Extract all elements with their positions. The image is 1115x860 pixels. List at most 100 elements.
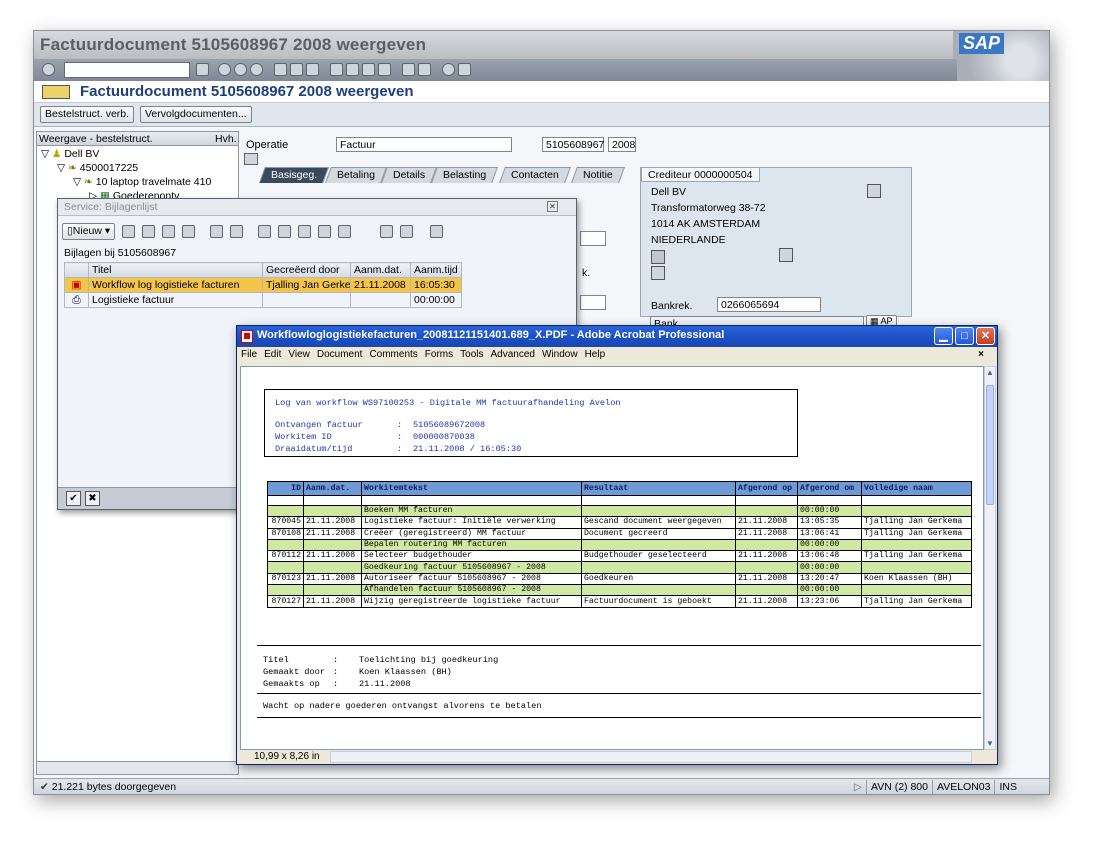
filter-icon[interactable] <box>278 225 291 238</box>
partial-field-1[interactable] <box>580 231 606 246</box>
maximize-icon[interactable]: □ <box>955 327 974 345</box>
workflow-result: Budgethouder geselecteerd <box>581 550 736 563</box>
horizontal-scrollbar[interactable] <box>330 751 972 763</box>
tab-betaling[interactable]: Betaling <box>325 167 387 183</box>
confirm-icon[interactable]: ✔ <box>66 491 81 506</box>
print-address-icon[interactable] <box>779 248 793 262</box>
bestelstruct-button[interactable]: Bestelstruct. verb. <box>40 106 135 123</box>
document-close-icon[interactable]: × <box>978 349 984 360</box>
attachment-toolbar: ▯Nieuw ▾ <box>58 221 576 243</box>
tree-node-item[interactable]: ▽ ❧ 10 laptop travelmate 410 <box>73 176 211 188</box>
set-filter-icon[interactable] <box>338 225 351 238</box>
next-page-icon[interactable] <box>362 63 375 76</box>
vervolgdocumenten-button[interactable]: Vervolgdocumenten... <box>140 106 252 123</box>
bankrek-field[interactable]: 0266065694 <box>717 297 821 312</box>
operatie-select[interactable]: Factuur <box>336 137 512 152</box>
status-expand-icon[interactable]: ▷ <box>850 780 866 794</box>
scroll-down-icon[interactable]: ▼ <box>986 739 994 748</box>
cancel-icon[interactable] <box>250 63 263 76</box>
note-text: Wacht op nadere goederen ontvangst alvor… <box>263 701 542 711</box>
full-name: Tjalling Jan Gerkema <box>861 595 972 608</box>
vendor-panel: Crediteur 0000000504 Dell BV Transformat… <box>640 167 912 317</box>
tab-details[interactable]: Details <box>381 167 438 183</box>
close-icon[interactable]: ✕ <box>547 201 558 212</box>
menu-file[interactable]: File <box>241 349 257 360</box>
close-icon[interactable]: ✕ <box>976 327 995 345</box>
column-header-titel[interactable]: Titel <box>88 262 263 278</box>
workflow-result <box>581 561 736 574</box>
first-page-icon[interactable] <box>330 63 343 76</box>
attachment-title[interactable]: Workflow log logistieke facturen <box>88 277 263 293</box>
refresh-icon[interactable] <box>210 225 223 238</box>
find-next-icon[interactable] <box>306 63 319 76</box>
tree-node-vendor[interactable]: ▽ ♟ Dell BV <box>41 148 99 160</box>
pdf-icon: ▣ <box>64 277 89 293</box>
search-icon[interactable] <box>230 225 243 238</box>
vendor-detail-icon[interactable] <box>867 184 881 198</box>
note-separator: : <box>333 679 339 689</box>
menu-tools[interactable]: Tools <box>460 349 483 360</box>
menu-view[interactable]: View <box>288 349 310 360</box>
input-mode: INS <box>994 780 1021 794</box>
calendar-icon[interactable] <box>651 266 665 280</box>
new-session-icon[interactable] <box>402 63 415 76</box>
table-row[interactable]: ▣ Workflow log logistieke facturen Tjall… <box>64 277 462 293</box>
command-field[interactable] <box>64 62 190 78</box>
tree-node-po[interactable]: ▽ ❧ 4500017225 <box>57 162 138 174</box>
header-toggle-icon[interactable] <box>244 153 258 165</box>
print-icon[interactable] <box>380 225 393 238</box>
workflow-id <box>267 561 304 574</box>
menu-document[interactable]: Document <box>317 349 363 360</box>
sap-logo-text: SAP <box>959 33 1005 54</box>
last-page-icon[interactable] <box>378 63 391 76</box>
column-header-gecreeerd-door[interactable]: Gecreëerd door <box>262 262 351 278</box>
scroll-thumb[interactable] <box>986 385 994 505</box>
layout-menu-icon[interactable] <box>458 63 471 76</box>
tree-horizontal-scrollbar[interactable] <box>36 761 239 775</box>
table-row: Boeken MM facturen 00:00:00 <box>267 504 972 518</box>
previous-page-icon[interactable] <box>346 63 359 76</box>
menu-window[interactable]: Window <box>542 349 578 360</box>
attach-icon[interactable] <box>122 225 135 238</box>
menu-forms[interactable]: Forms <box>425 349 453 360</box>
delete-icon[interactable] <box>182 225 195 238</box>
vertical-scrollbar[interactable]: ▲ ▼ <box>984 366 996 750</box>
services-object-icon[interactable] <box>42 85 70 99</box>
back-icon[interactable] <box>218 63 231 76</box>
menu-edit[interactable]: Edit <box>264 349 281 360</box>
menu-help[interactable]: Help <box>585 349 606 360</box>
table-row[interactable]: ⎙ Logistieke factuur 00:00:00 <box>64 292 462 308</box>
new-attachment-button[interactable]: ▯Nieuw ▾ <box>62 223 116 240</box>
attachment-title[interactable]: Logistieke factuur <box>88 292 263 308</box>
minimize-icon[interactable]: ▁ <box>934 327 953 345</box>
layout-icon[interactable] <box>430 225 443 238</box>
export-icon[interactable] <box>400 225 413 238</box>
print-icon[interactable] <box>274 63 287 76</box>
find-next-icon[interactable] <box>318 225 331 238</box>
tab-contacten[interactable]: Contacten <box>499 167 571 183</box>
tab-basisgeg[interactable]: Basisgeg. <box>259 167 330 183</box>
enter-icon[interactable] <box>42 63 55 76</box>
completed-date: 21.11.2008 <box>735 595 798 608</box>
partial-field-2[interactable] <box>580 295 606 310</box>
edit-icon[interactable] <box>162 225 175 238</box>
column-header-aanm-dat[interactable]: Aanm.dat. <box>350 262 411 278</box>
find-icon[interactable] <box>298 225 311 238</box>
exit-icon[interactable] <box>234 63 247 76</box>
shortcut-icon[interactable] <box>418 63 431 76</box>
sort-icon[interactable] <box>258 225 271 238</box>
tab-notitie[interactable]: Notitie <box>571 167 625 183</box>
display-icon[interactable] <box>142 225 155 238</box>
save-icon[interactable] <box>196 63 209 76</box>
help-icon[interactable] <box>442 63 455 76</box>
menu-advanced[interactable]: Advanced <box>491 349 535 360</box>
tab-belasting[interactable]: Belasting <box>431 167 499 183</box>
find-icon[interactable] <box>290 63 303 76</box>
column-header-aanm-tijd[interactable]: Aanm.tijd <box>410 262 462 278</box>
screen-header: Factuurdocument 5105608967 2008 weergeve… <box>34 81 1049 103</box>
cancel-icon[interactable]: ✖ <box>85 491 100 506</box>
menu-comments[interactable]: Comments <box>369 349 417 360</box>
workflow-id <box>267 504 304 518</box>
attachment-creator <box>262 292 351 308</box>
scroll-up-icon[interactable]: ▲ <box>986 368 994 377</box>
